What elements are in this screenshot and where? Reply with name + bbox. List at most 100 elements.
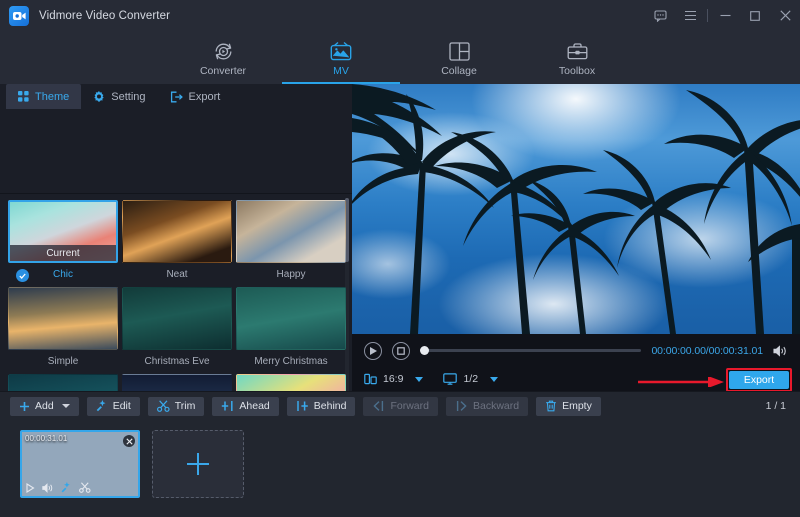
nav-label: Collage [441,65,477,77]
export-button-wrapper: Export [726,368,792,392]
tab-label: Setting [111,91,145,103]
theme-panel: Theme Setting Export [0,84,352,391]
progress-track[interactable] [422,349,641,352]
minimize-icon[interactable] [710,0,740,31]
maximize-icon[interactable] [740,0,770,31]
theme-card-christmas-eve[interactable]: Christmas Eve [122,287,232,368]
button-label: Backward [473,400,519,412]
feedback-icon[interactable] [645,0,675,31]
clip-scissors-icon[interactable] [79,482,91,493]
grid-icon [18,91,29,102]
tab-theme[interactable]: Theme [6,84,81,109]
button-label: Forward [390,400,429,412]
nav-item-toolbox[interactable]: Toolbox [518,31,636,84]
gear-icon [93,91,105,103]
current-badge: Current [10,245,116,261]
trim-button[interactable]: Trim [148,397,205,416]
preview-panel: 00:00:00.00/00:00:31.01 16:9 [352,84,800,391]
volume-icon[interactable] [773,345,788,357]
behind-button[interactable]: Behind [287,397,356,416]
monitor-icon [443,373,457,385]
tab-export[interactable]: Export [158,84,233,109]
export-button[interactable]: Export [729,371,789,389]
theme-card-chic[interactable]: Current Chic [8,200,118,281]
palm-trees-silhouette [352,84,800,334]
backward-button[interactable]: Backward [446,397,528,416]
theme-label: Merry Christmas [236,355,346,368]
converter-icon [213,40,234,62]
mv-icon [330,40,352,62]
insert-ahead-icon [221,400,234,412]
video-preview[interactable] [352,84,800,334]
clip-volume-icon[interactable] [42,483,54,493]
theme-thumbnail [122,287,232,350]
empty-button[interactable]: Empty [536,397,601,416]
nav-item-converter[interactable]: Converter [164,31,282,84]
forward-button[interactable]: Forward [363,397,438,416]
theme-label: Christmas Eve [122,355,232,368]
menu-icon[interactable] [675,0,705,31]
add-clip-button[interactable] [152,430,244,498]
clip-toolbar: Add Edit Trim Ahead Behind [0,391,800,420]
aspect-ratio-value: 16:9 [383,373,403,385]
clip-tools [26,482,91,493]
insert-behind-icon [296,400,309,412]
edit-button[interactable]: Edit [87,397,140,416]
button-label: Add [35,400,54,412]
screen-split-value: 1/2 [463,373,478,385]
timeline-clip[interactable]: 00:00:31.01 [20,430,140,498]
theme-card-happy[interactable]: Happy [236,200,346,281]
collage-icon [449,40,470,62]
progress-knob[interactable] [420,346,429,355]
theme-row: Simple Christmas Eve Merry Christmas [0,281,352,368]
button-label: Trim [175,400,196,412]
trash-icon [545,400,557,412]
theme-card-simple[interactable]: Simple [8,287,118,368]
clip-magic-wand-icon[interactable] [61,482,72,493]
stop-button[interactable] [392,342,410,360]
button-label: Ahead [239,400,269,412]
nav-item-collage[interactable]: Collage [400,31,518,84]
ahead-button[interactable]: Ahead [212,397,278,416]
export-highlight-box: Export [726,368,792,392]
button-label: Empty [562,400,592,412]
nav-label: MV [333,65,349,77]
chevron-down-icon[interactable] [62,404,70,408]
selected-check-icon [16,269,29,282]
window-controls [645,0,800,31]
tab-setting[interactable]: Setting [81,84,157,109]
move-backward-icon [455,400,468,412]
annotation-arrow [638,377,724,387]
main-navigation: Converter MV Collage [0,31,800,84]
button-label: Edit [113,400,131,412]
scissors-icon [157,400,170,412]
aspect-ratio-icon [364,373,377,385]
chevron-down-icon[interactable] [490,377,498,382]
nav-label: Toolbox [559,65,595,77]
tab-label: Export [189,91,221,103]
nav-item-mv[interactable]: MV [282,31,400,84]
theme-label: Happy [236,268,346,281]
chevron-down-icon[interactable] [415,377,423,382]
move-forward-icon [372,400,385,412]
plus-icon [19,401,30,412]
screen-split-selector[interactable]: 1/2 [443,373,498,385]
play-button[interactable] [364,342,382,360]
add-button[interactable]: Add [10,397,79,416]
playback-bar: 00:00:00.00/00:00:31.01 [352,334,800,367]
sub-tabs: Theme Setting Export [0,84,352,109]
clip-close-icon[interactable] [123,435,135,447]
aspect-ratio-selector[interactable]: 16:9 [364,373,423,385]
theme-card-neat[interactable]: Neat [122,200,232,281]
plus-icon [184,450,212,478]
close-icon[interactable] [770,0,800,31]
tab-label: Theme [35,91,69,103]
clip-timeline: 00:00:31.01 [0,420,800,517]
button-label: Behind [314,400,347,412]
theme-card-merry-christmas[interactable]: Merry Christmas [236,287,346,368]
clip-duration: 00:00:31.01 [25,434,67,443]
title-bar: Vidmore Video Converter [0,0,800,31]
clip-play-icon[interactable] [26,483,35,493]
theme-thumbnail [122,200,232,263]
magic-wand-icon [96,400,108,412]
